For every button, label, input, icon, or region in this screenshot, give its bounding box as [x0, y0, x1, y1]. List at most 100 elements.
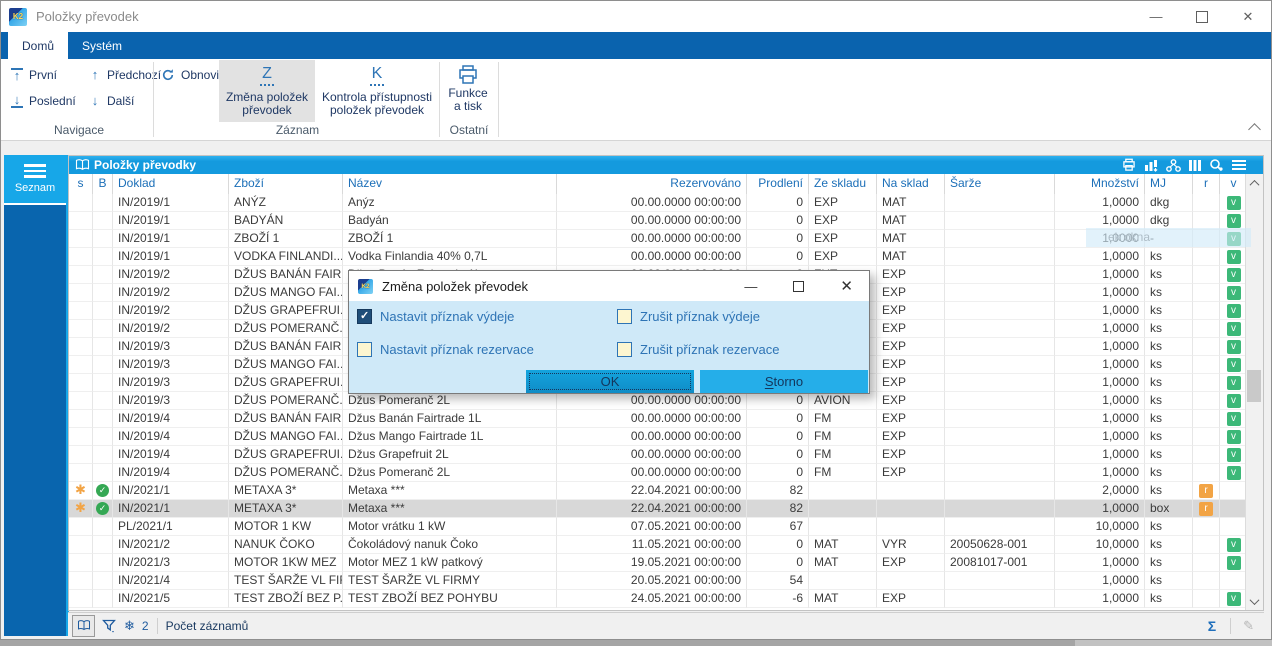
table-row[interactable]: IN/2019/4DŽUS GRAPEFRUI...Džus Grapefrui…	[69, 446, 1248, 464]
columns-icon[interactable]	[1188, 159, 1202, 172]
dialog-maximize-button[interactable]	[793, 281, 804, 292]
cell-b	[93, 590, 113, 608]
checkbox-clear-issue-flag[interactable]: Zrušit příznak výdeje	[617, 309, 760, 324]
column-header-mj[interactable]: MJ	[1145, 174, 1193, 194]
cell-r	[1193, 248, 1220, 266]
functions-print-label: Funkcea tisk	[448, 87, 487, 113]
cell-mj: ks	[1145, 446, 1193, 464]
cell-doklad: IN/2019/4	[113, 410, 229, 428]
cell-ze_skladu: EXP	[809, 194, 877, 212]
zoom-settings-icon[interactable]	[1209, 158, 1224, 172]
scroll-up-button[interactable]	[1246, 174, 1262, 192]
issue-badge: v	[1227, 556, 1241, 570]
cell-s	[69, 518, 93, 536]
ok-button[interactable]: OK	[526, 370, 694, 393]
tab-domu[interactable]: Domů	[8, 32, 68, 59]
sum-button[interactable]: Σ	[1202, 618, 1222, 634]
table-row[interactable]: IN/2021/4TEST ŠARŽE VL FIR...TEST ŠARŽE …	[69, 572, 1248, 590]
column-header-zbozi[interactable]: Zboží	[229, 174, 343, 194]
cell-sarze: 20081017-001	[945, 554, 1055, 572]
cell-doklad: IN/2019/3	[113, 356, 229, 374]
storno-button[interactable]: Storno	[700, 370, 868, 393]
cell-v: v	[1220, 284, 1248, 302]
cell-na_sklad: EXP	[877, 338, 945, 356]
cell-na_sklad: MAT	[877, 248, 945, 266]
check-availability-key-letter: K	[370, 64, 385, 86]
table-row[interactable]: IN/2019/4DŽUS POMERANČ...Džus Pomeranč 2…	[69, 464, 1248, 482]
chart-export-icon[interactable]	[1144, 159, 1159, 172]
column-header-na_sklad[interactable]: Na sklad	[877, 174, 945, 194]
collapse-ribbon-chevron[interactable]	[1248, 123, 1261, 136]
book-icon	[75, 159, 90, 171]
table-row[interactable]: IN/2021/5TEST ZBOŽÍ BEZ P...TEST ZBOŽÍ B…	[69, 590, 1248, 608]
column-header-b[interactable]: B	[93, 174, 113, 194]
cell-s	[69, 536, 93, 554]
tab-system[interactable]: Systém	[68, 32, 136, 59]
column-header-mnozstvi[interactable]: Množství	[1055, 174, 1145, 194]
sidebar-item-seznam[interactable]: Seznam	[4, 155, 66, 205]
column-header-s[interactable]: s	[69, 174, 93, 194]
edit-icon: ✎	[1239, 618, 1258, 634]
filter-button[interactable]	[102, 619, 117, 633]
dialog-minimize-button[interactable]: —	[744, 279, 757, 294]
cell-na_sklad: EXP	[877, 446, 945, 464]
table-row[interactable]: IN/2019/1ZBOŽÍ 1ZBOŽÍ 100.00.0000 00:00:…	[69, 230, 1248, 248]
checkbox-set-issue-flag[interactable]: Nastavit příznak výdeje	[357, 309, 514, 324]
cell-doklad: IN/2019/2	[113, 320, 229, 338]
check-availability-button[interactable]: K Kontrola přístupnostipoložek převodek	[317, 60, 437, 122]
cell-zbozi: DŽUS POMERANČ...	[229, 464, 343, 482]
printer-icon[interactable]	[1121, 158, 1137, 172]
table-row[interactable]: IN/2019/1VODKA FINLANDI...Vodka Finlandi…	[69, 248, 1248, 266]
table-row[interactable]: IN/2019/3DŽUS POMERANČ...Džus Pomeranč 2…	[69, 392, 1248, 410]
column-header-sarze[interactable]: Šarže	[945, 174, 1055, 194]
checkbox-set-reservation-flag[interactable]: Nastavit příznak rezervace	[357, 342, 534, 357]
minimize-button[interactable]: —	[1133, 1, 1179, 32]
table-row[interactable]: PL/2021/1MOTOR 1 KWMotor vrátku 1 kW07.0…	[69, 518, 1248, 536]
table-row[interactable]: IN/2021/2NANUK ČOKOČokoládový nanuk Čoko…	[69, 536, 1248, 554]
cell-prodleni: 0	[747, 212, 809, 230]
dialog-close-button[interactable]: ✕	[840, 277, 853, 295]
table-row[interactable]: IN/2021/3MOTOR 1KW MEZMotor MEZ 1 kW pat…	[69, 554, 1248, 572]
cell-b	[93, 374, 113, 392]
column-header-rezervovano[interactable]: Rezervováno	[557, 174, 747, 194]
nav-first-button[interactable]: ↑ První	[11, 65, 57, 85]
table-row[interactable]: ✱✓IN/2021/1METAXA 3*Metaxa ***22.04.2021…	[69, 500, 1248, 518]
column-header-r[interactable]: r	[1193, 174, 1220, 194]
column-header-v[interactable]: v	[1220, 174, 1248, 194]
functions-print-button[interactable]: Funkcea tisk	[442, 60, 494, 122]
table-row[interactable]: IN/2019/1BADYÁNBadyán00.00.0000 00:00:00…	[69, 212, 1248, 230]
column-header-ze_skladu[interactable]: Ze skladu	[809, 174, 877, 194]
menu-icon[interactable]	[1231, 159, 1247, 171]
issue-badge: v	[1227, 538, 1241, 552]
related-icon[interactable]	[1166, 159, 1181, 172]
book-view-button[interactable]	[72, 615, 95, 637]
nav-previous-button[interactable]: ↑ Předchozí	[89, 65, 161, 85]
table-row[interactable]: IN/2019/1ANÝZAnýz00.00.0000 00:00:000EXP…	[69, 194, 1248, 212]
cell-r	[1193, 410, 1220, 428]
cell-mnozstvi: 1,0000	[1055, 266, 1145, 284]
cell-r	[1193, 590, 1220, 608]
cell-sarze	[945, 266, 1055, 284]
cell-sarze	[945, 446, 1055, 464]
nav-last-button[interactable]: ↓ Poslední	[11, 91, 76, 111]
close-button[interactable]: ✕	[1225, 1, 1271, 32]
freeze-icon[interactable]: ❄	[124, 618, 135, 634]
column-header-prodleni[interactable]: Prodlení	[747, 174, 809, 194]
scroll-down-button[interactable]	[1246, 592, 1262, 610]
cell-na_sklad: EXP	[877, 428, 945, 446]
column-header-doklad[interactable]: Doklad	[113, 174, 229, 194]
refresh-button[interactable]: Obnovit	[161, 65, 222, 85]
nav-next-button[interactable]: ↓ Další	[89, 91, 134, 111]
checkbox-clear-reservation-flag[interactable]: Zrušit příznak rezervace	[617, 342, 779, 357]
table-row[interactable]: ✱✓IN/2021/1METAXA 3*Metaxa ***22.04.2021…	[69, 482, 1248, 500]
cell-r	[1193, 554, 1220, 572]
table-row[interactable]: IN/2019/4DŽUS MANGO FAI...Džus Mango Fai…	[69, 428, 1248, 446]
change-transfer-items-button[interactable]: Z Změna položekpřevodek	[219, 60, 315, 122]
cell-s	[69, 428, 93, 446]
column-header-nazev[interactable]: Název	[343, 174, 557, 194]
cell-ze_skladu	[809, 572, 877, 590]
table-row[interactable]: IN/2019/4DŽUS BANÁN FAIR...Džus Banán Fa…	[69, 410, 1248, 428]
maximize-button[interactable]	[1179, 1, 1225, 32]
cell-ze_skladu: MAT	[809, 554, 877, 572]
scrollbar-thumb[interactable]	[1247, 370, 1261, 402]
